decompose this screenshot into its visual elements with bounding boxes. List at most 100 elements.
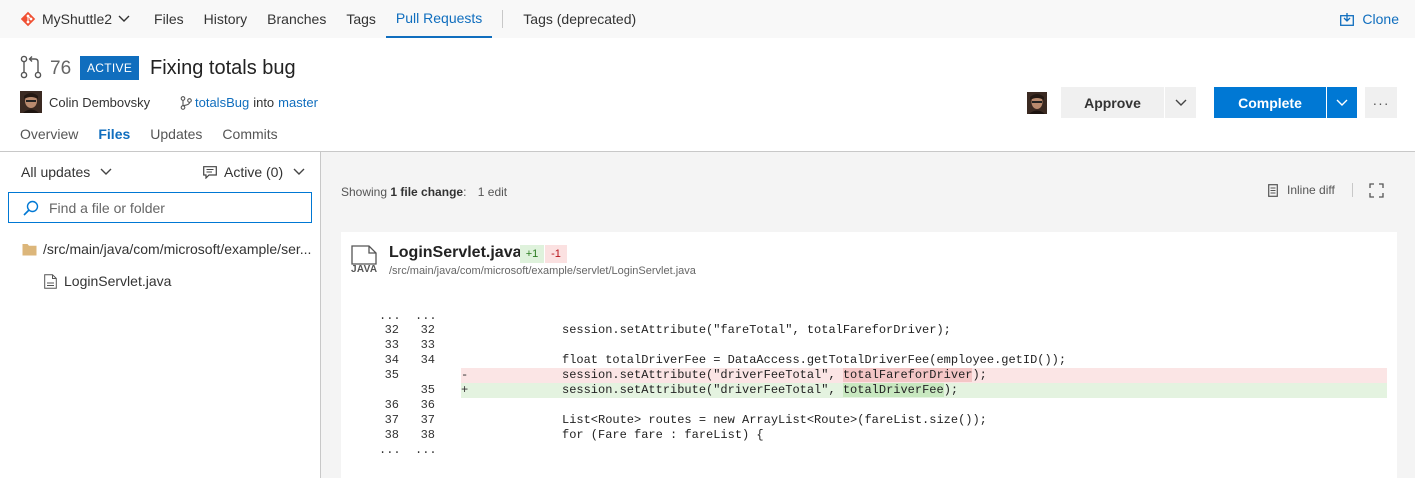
complete-button[interactable]: Complete <box>1214 87 1326 118</box>
clone-button[interactable]: Clone <box>1340 0 1399 38</box>
collapsed-lines-indicator[interactable]: ...... <box>341 309 1397 323</box>
file-item[interactable]: LoginServlet.java <box>44 273 171 289</box>
author-name[interactable]: Colin Dembovsky <box>49 95 150 110</box>
nav-branches[interactable]: Branches <box>257 0 336 38</box>
old-line-ellipsis: ... <box>379 309 401 323</box>
code-text: List<Route> routes = new ArrayList<Route… <box>562 413 987 428</box>
search-input[interactable] <box>47 198 297 217</box>
diff-file-name[interactable]: LoginServlet.java <box>389 244 522 262</box>
nav-tags-deprecated[interactable]: Tags (deprecated) <box>513 0 646 38</box>
page-title: Fixing totals bug <box>150 57 296 79</box>
git-logo-icon <box>20 11 36 27</box>
changed-word-highlight: totalFareforDriver <box>842 368 973 382</box>
edit-count: 1 edit <box>477 185 508 199</box>
code-segment: ); <box>972 368 987 382</box>
code-segment: ); <box>943 383 959 397</box>
change-summary: Showing 1 file change: 1 edit <box>341 185 507 199</box>
new-line-number: 38 <box>420 428 435 442</box>
pr-number: 76 <box>50 58 72 79</box>
new-line-number: 36 <box>420 398 435 412</box>
clone-icon <box>1340 12 1355 26</box>
new-line-ellipsis: ... <box>415 443 437 457</box>
old-line-number: 32 <box>384 323 399 337</box>
file-icon <box>351 245 377 265</box>
author-avatar[interactable] <box>20 91 42 113</box>
inline-diff-icon <box>1268 183 1278 197</box>
diff-line[interactable]: 36 36 <box>341 398 1397 413</box>
code-segment: session.setAttribute("driverFeeTotal", <box>562 368 843 382</box>
tab-overview[interactable]: Overview <box>20 126 78 142</box>
code-text: for (Fare fare : fareList) { <box>562 428 764 443</box>
reviewer-avatar[interactable] <box>1027 92 1047 114</box>
diff-line-added[interactable]: 35 + session.setAttribute("driverFeeTotal"… <box>341 383 1397 398</box>
more-actions-button[interactable]: ··· <box>1365 87 1397 118</box>
diff-marker: - <box>461 368 469 382</box>
file-search-box[interactable] <box>8 192 312 223</box>
chevron-down-icon <box>293 168 305 175</box>
fullscreen-icon[interactable] <box>1369 183 1384 198</box>
toolbar-separator <box>1352 183 1353 197</box>
target-branch-link[interactable]: master <box>278 95 318 110</box>
updates-dropdown[interactable]: All updates <box>21 164 112 180</box>
nav-history[interactable]: History <box>194 0 258 38</box>
diff-line[interactable]: 37 37 List<Route> routes = new ArrayList<R… <box>341 413 1397 428</box>
source-branch-link[interactable]: totalsBug <box>195 95 249 110</box>
diff-code-view: ...... 32 32 session.setAttribute("fareTota… <box>341 309 1397 457</box>
code-segment: session.setAttribute("fareTotal", totalF… <box>562 323 951 337</box>
collapsed-lines-indicator[interactable]: ...... <box>341 443 1397 457</box>
comments-filter-dropdown[interactable]: Active (0) <box>203 164 305 180</box>
diff-line[interactable]: 32 32 session.setAttribute("fareTotal", to… <box>341 323 1397 338</box>
chevron-down-icon <box>1336 99 1348 106</box>
old-line-number: 33 <box>384 338 399 352</box>
showing-prefix: Showing <box>341 185 388 199</box>
approve-dropdown-button[interactable] <box>1165 87 1196 118</box>
into-label: into <box>253 95 275 110</box>
nav-separator <box>502 10 504 28</box>
diff-marker: + <box>461 383 469 397</box>
code-text: session.setAttribute("fareTotal", totalF… <box>562 323 951 338</box>
active-comments-label: Active (0) <box>224 164 284 180</box>
project-selector[interactable]: MyShuttle2 <box>0 0 144 38</box>
tab-updates[interactable]: Updates <box>150 126 202 142</box>
file-type-label: JAVA <box>351 264 378 275</box>
java-file-icon <box>44 273 57 289</box>
chevron-down-icon <box>1175 99 1186 106</box>
clone-label: Clone <box>1362 11 1399 27</box>
branch-icon <box>180 95 192 110</box>
nav-pull-requests[interactable]: Pull Requests <box>385 0 493 38</box>
code-text: session.setAttribute("driverFeeTotal", t… <box>562 383 958 398</box>
summary-colon: : <box>463 185 467 199</box>
code-text: session.setAttribute("driverFeeTotal", t… <box>562 368 987 383</box>
new-line-number: 34 <box>420 353 435 367</box>
folder-icon <box>22 243 37 255</box>
inline-diff-label: Inline diff <box>1287 183 1335 197</box>
diff-file-path: /src/main/java/com/microsoft/example/ser… <box>389 265 696 277</box>
chevron-down-icon <box>118 15 130 22</box>
folder-path: /src/main/java/com/microsoft/example/ser… <box>43 241 312 257</box>
project-name: MyShuttle2 <box>42 11 113 27</box>
old-line-number: 38 <box>384 428 399 442</box>
diff-line-deleted[interactable]: 35 - session.setAttribute("driverFeeTotal"… <box>341 368 1397 383</box>
diff-line[interactable]: 34 34 float totalDriverFee = DataAccess.ge… <box>341 353 1397 368</box>
complete-dropdown-button[interactable] <box>1327 87 1357 118</box>
diff-line[interactable]: 38 38 for (Fare fare : fareList) { <box>341 428 1397 443</box>
changed-word-highlight: totalDriverFee <box>842 383 944 397</box>
approve-button[interactable]: Approve <box>1061 87 1164 118</box>
tab-files[interactable]: Files <box>98 126 130 142</box>
status-badge: ACTIVE <box>80 56 140 80</box>
tab-commits[interactable]: Commits <box>222 126 277 142</box>
folder-item[interactable]: /src/main/java/com/microsoft/example/ser… <box>22 241 320 257</box>
nav-tags[interactable]: Tags <box>336 0 386 38</box>
new-line-number: 33 <box>420 338 435 352</box>
inline-diff-toggle[interactable]: Inline diff <box>1268 183 1335 197</box>
code-text: float totalDriverFee = DataAccess.getTot… <box>562 353 1066 368</box>
new-line-number: 35 <box>420 383 435 397</box>
code-segment: float totalDriverFee = DataAccess.getTot… <box>562 353 1067 367</box>
updates-label: All updates <box>21 164 91 180</box>
diff-line[interactable]: 33 33 <box>341 338 1397 353</box>
nav-files[interactable]: Files <box>144 0 194 38</box>
search-icon <box>23 200 39 216</box>
top-navigation: MyShuttle2 Files History Branches Tags P… <box>0 0 1415 38</box>
pull-request-icon <box>20 55 42 79</box>
code-segment: for (Fare fare : fareList) { <box>562 428 764 442</box>
